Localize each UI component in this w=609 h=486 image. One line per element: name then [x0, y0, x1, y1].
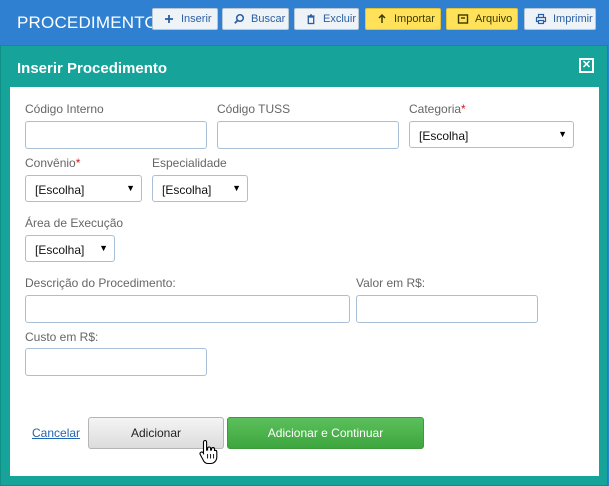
archive-icon: [457, 13, 469, 25]
chevron-down-icon: ▼: [558, 129, 567, 139]
custo-input[interactable]: [25, 348, 207, 376]
categoria-label: Categoria*: [409, 102, 466, 116]
categoria-select-value: [Escolha]: [419, 129, 469, 143]
printer-icon: [535, 13, 547, 25]
codigo-interno-label: Código Interno: [25, 102, 104, 116]
codigo-interno-input[interactable]: [25, 121, 207, 149]
area-execucao-label: Área de Execução: [25, 216, 124, 230]
app-title: PROCEDIMENTOS: [17, 13, 170, 32]
close-icon[interactable]: ✕: [579, 58, 594, 73]
arquivo-button[interactable]: Arquivo: [446, 8, 518, 30]
valor-input[interactable]: [356, 295, 538, 323]
descricao-input[interactable]: [25, 295, 350, 323]
descricao-label: Descrição do Procedimento:: [25, 276, 176, 290]
imprimir-label: Imprimir: [553, 13, 593, 25]
modal-title: Inserir Procedimento: [17, 60, 168, 77]
excluir-button[interactable]: Excluir: [294, 8, 359, 30]
required-mark: *: [461, 102, 466, 116]
hand-cursor-icon: [199, 439, 218, 465]
especialidade-select-value: [Escolha]: [162, 183, 212, 197]
convenio-select-value: [Escolha]: [35, 183, 85, 197]
modal-header: Inserir Procedimento ✕: [1, 46, 607, 88]
search-icon: [233, 13, 245, 25]
cancel-link[interactable]: Cancelar: [32, 426, 80, 440]
plus-icon: [163, 13, 175, 25]
chevron-down-icon: ▼: [99, 243, 108, 253]
chevron-down-icon: ▼: [126, 183, 135, 193]
especialidade-select[interactable]: [Escolha] ▼: [152, 175, 248, 202]
importar-button[interactable]: Importar: [365, 8, 441, 30]
categoria-select[interactable]: [Escolha] ▼: [409, 121, 574, 148]
importar-label: Importar: [394, 13, 435, 25]
convenio-label-text: Convênio: [25, 156, 76, 170]
especialidade-label: Especialidade: [152, 156, 227, 170]
upload-arrow-icon: [376, 13, 388, 25]
buscar-label: Buscar: [251, 13, 286, 25]
imprimir-button[interactable]: Imprimir: [524, 8, 596, 30]
custo-label: Custo em R$:: [25, 330, 99, 344]
add-and-continue-button[interactable]: Adicionar e Continuar: [227, 417, 424, 449]
convenio-select[interactable]: [Escolha] ▼: [25, 175, 142, 202]
codigo-tuss-label: Código TUSS: [217, 102, 291, 116]
arquivo-label: Arquivo: [475, 13, 513, 25]
area-execucao-select[interactable]: [Escolha] ▼: [25, 235, 115, 262]
excluir-label: Excluir: [323, 13, 357, 25]
area-execucao-select-value: [Escolha]: [35, 243, 85, 257]
inserir-label: Inserir: [181, 13, 212, 25]
inserir-button[interactable]: Inserir: [152, 8, 218, 30]
trash-icon: [305, 13, 317, 25]
convenio-label: Convênio*: [25, 156, 80, 170]
required-mark: *: [75, 156, 81, 170]
top-bar: PROCEDIMENTOS Inserir Buscar Excluir Imp…: [0, 0, 609, 42]
valor-label: Valor em R$:: [356, 276, 426, 290]
buscar-button[interactable]: Buscar: [222, 8, 289, 30]
chevron-down-icon: ▼: [232, 183, 241, 193]
categoria-label-text: Categoria: [409, 102, 462, 116]
codigo-tuss-input[interactable]: [217, 121, 399, 149]
